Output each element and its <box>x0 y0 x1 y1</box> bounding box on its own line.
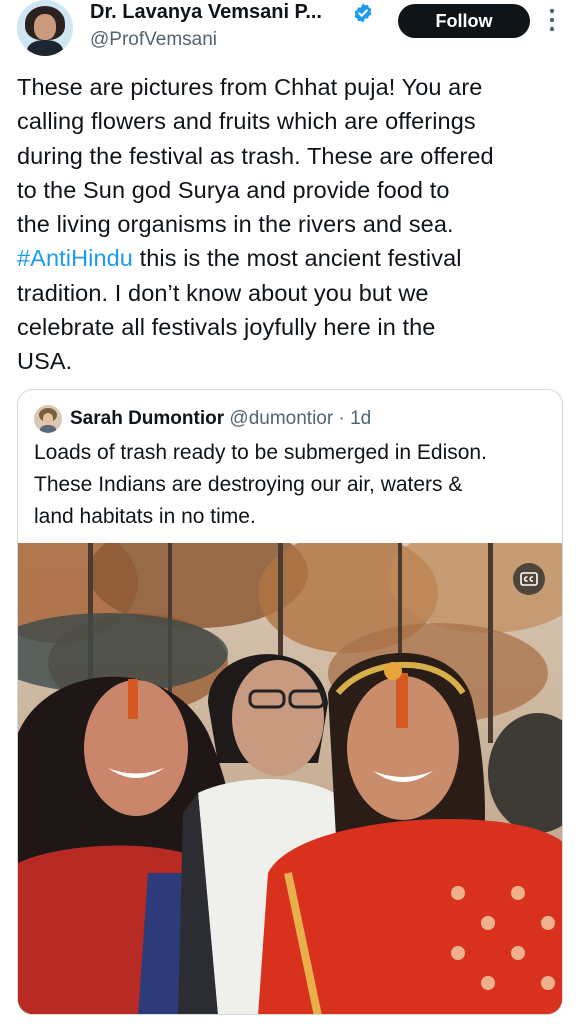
quote-body: Loads of trash ready to be submerged in … <box>34 437 554 533</box>
author-avatar[interactable] <box>17 0 73 56</box>
quote-author-handle[interactable]: @dumontior <box>229 408 333 429</box>
closed-captions-button[interactable] <box>513 563 545 595</box>
tweet-body: These are pictures from Chhat puja! You … <box>17 70 567 379</box>
quote-line: These Indians are destroying our air, wa… <box>34 473 463 496</box>
tweet-line: celebrate all festivals joyfully here in… <box>17 314 436 341</box>
video-thumbnail[interactable] <box>18 543 562 1014</box>
author-display-name[interactable]: Dr. Lavanya Vemsani P... <box>90 0 322 24</box>
tweet-line: the living organisms in the rivers and s… <box>17 211 454 238</box>
avatar-body <box>27 40 63 56</box>
closed-captions-icon <box>520 572 538 586</box>
tweet-line: tradition. I don’t know about you but we <box>17 279 429 306</box>
quote-author-avatar[interactable] <box>34 405 62 433</box>
verified-badge-icon <box>354 3 372 23</box>
quote-timestamp[interactable]: 1d <box>350 408 371 429</box>
quoted-tweet[interactable]: Sarah Dumontior @dumontior · 1d Loads of… <box>17 389 563 1015</box>
tweet-line: to the Sun god Surya and provide food to <box>17 176 450 203</box>
festival-photo <box>18 543 562 1014</box>
more-options-icon[interactable] <box>540 2 564 38</box>
tweet-line-hashtag: #AntiHindu this is the most ancient fest… <box>17 241 567 275</box>
tweet-line: during the festival as trash. These are … <box>17 142 494 169</box>
tweet-line: These are pictures from Chhat puja! You … <box>17 74 483 100</box>
quote-separator: · <box>333 408 351 429</box>
quote-author-name[interactable]: Sarah Dumontior <box>70 408 224 429</box>
author-handle[interactable]: @ProfVemsani <box>90 28 217 52</box>
quote-avatar-face <box>43 413 53 425</box>
follow-button[interactable]: Follow <box>398 4 530 38</box>
quote-line: land habitats in no time. <box>34 505 256 528</box>
hashtag-link[interactable]: #AntiHindu <box>17 245 133 271</box>
tweet-header: Dr. Lavanya Vemsani P... @ProfVemsani Fo… <box>0 0 580 62</box>
hashtag-line-text: this is the most ancient festival <box>132 245 462 272</box>
quote-avatar-body <box>40 425 56 433</box>
quote-header: Sarah Dumontior @dumontior · 1d <box>70 405 371 433</box>
tweet-line: USA. <box>17 348 73 375</box>
quote-line: Loads of trash ready to be submerged in … <box>34 441 487 464</box>
avatar-face <box>34 14 56 40</box>
tweet-line: calling flowers and fruits which are off… <box>17 108 476 135</box>
